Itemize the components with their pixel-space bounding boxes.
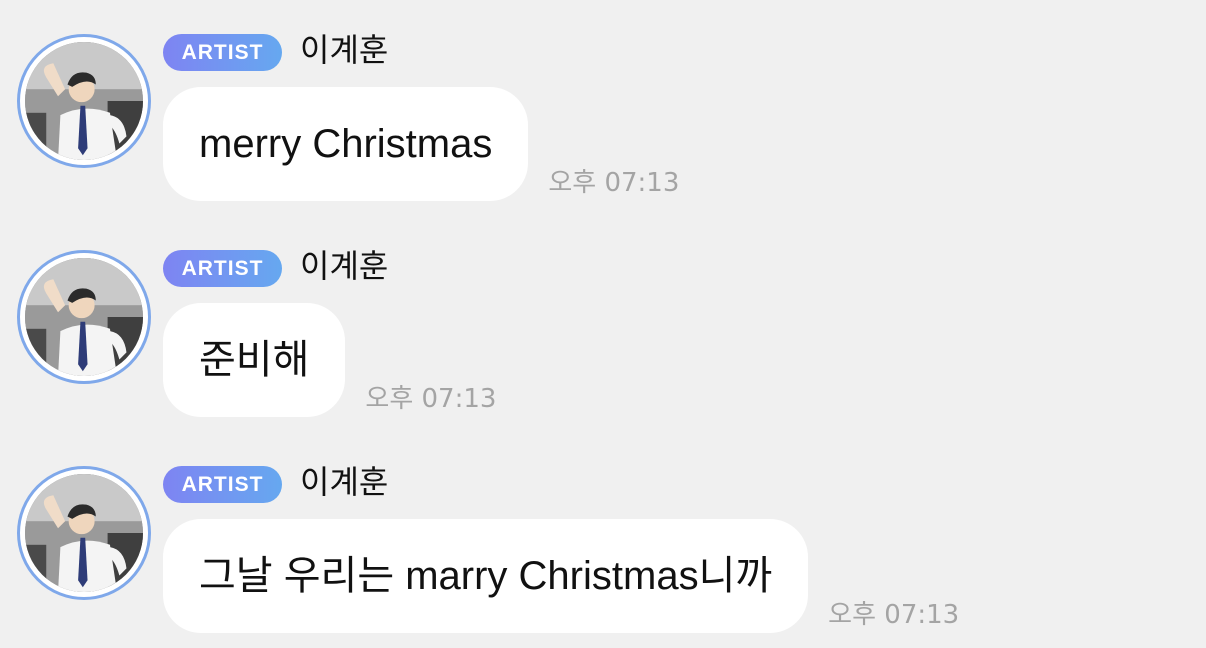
sender-name[interactable]: 이계훈 bbox=[300, 462, 388, 502]
message-text: merry Christmas bbox=[199, 122, 493, 166]
message-bubble[interactable]: merry Christmas bbox=[163, 87, 529, 201]
message-text: 그날 우리는 marry Christmas니까 bbox=[199, 554, 773, 598]
avatar[interactable] bbox=[17, 250, 151, 384]
artist-badge: ARTIST bbox=[163, 250, 282, 287]
artist-badge: ARTIST bbox=[163, 466, 282, 503]
message-timestamp: 오후 07:13 bbox=[548, 168, 680, 198]
message-bubble[interactable]: 준비해 bbox=[163, 303, 346, 417]
message-timestamp: 오후 07:13 bbox=[365, 384, 497, 414]
message-text: 준비해 bbox=[199, 338, 310, 382]
profile-photo-icon bbox=[25, 258, 143, 376]
profile-photo-icon bbox=[25, 42, 143, 160]
avatar[interactable] bbox=[17, 34, 151, 168]
sender-name[interactable]: 이계훈 bbox=[300, 246, 388, 286]
message-bubble[interactable]: 그날 우리는 marry Christmas니까 bbox=[163, 519, 809, 633]
chat-message: ARTIST 이계훈 그날 우리는 marry Christmas니까 오후 0… bbox=[0, 432, 1206, 648]
chat-message: ARTIST 이계훈 준비해 오후 07:13 bbox=[0, 216, 1206, 432]
message-timestamp: 오후 07:13 bbox=[828, 600, 960, 630]
sender-name[interactable]: 이계훈 bbox=[300, 30, 388, 70]
avatar[interactable] bbox=[17, 466, 151, 600]
artist-badge: ARTIST bbox=[163, 34, 282, 71]
profile-photo-icon bbox=[25, 474, 143, 592]
chat-message: ARTIST 이계훈 merry Christmas 오후 07:13 bbox=[0, 0, 1206, 216]
